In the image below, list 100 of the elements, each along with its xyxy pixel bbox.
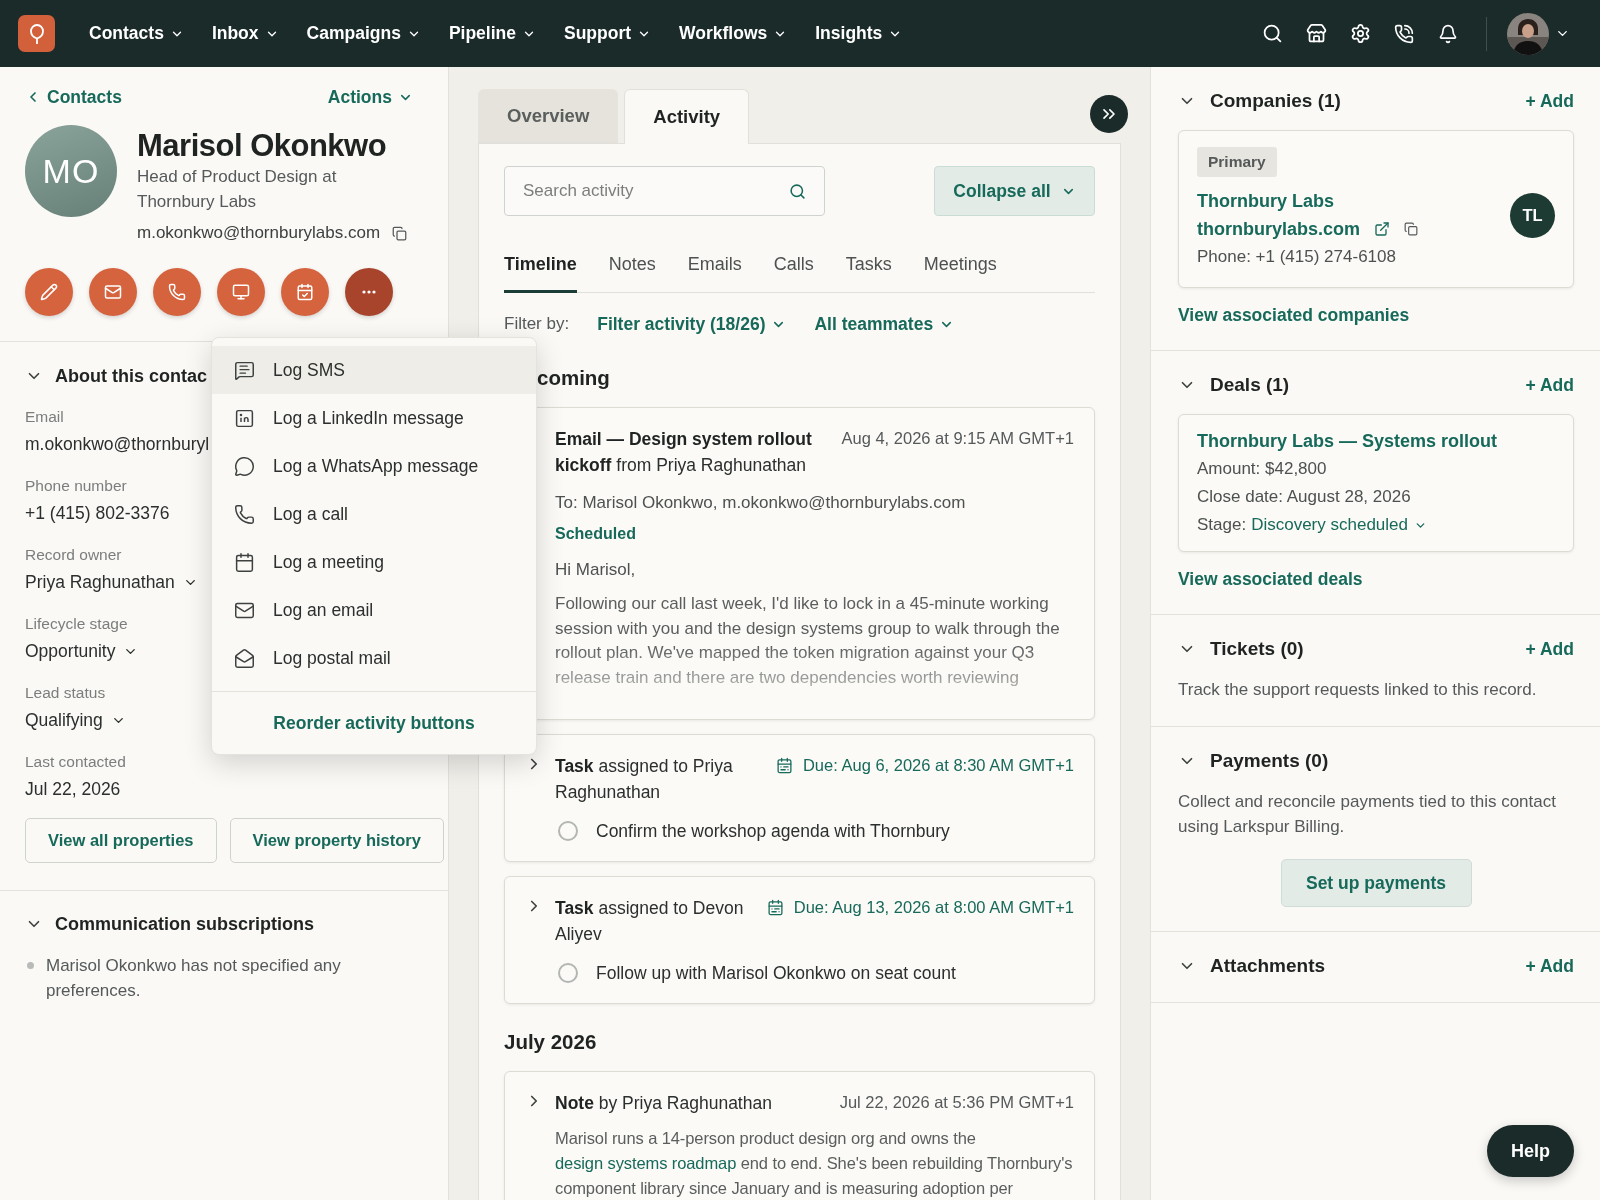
menu-item[interactable]: Log an email: [212, 586, 536, 634]
subscription-note: Marisol Okonkwo has not specified any preferences.: [46, 955, 342, 1002]
menu-item[interactable]: Log postal mail: [212, 634, 536, 682]
section-heading: Attachments: [1210, 955, 1326, 977]
stage-dropdown[interactable]: Discovery scheduled: [1251, 515, 1427, 535]
property-label: Lifecycle stage: [25, 614, 128, 634]
pencil-icon: [40, 283, 58, 301]
task-checkbox[interactable]: [558, 963, 578, 984]
property-value: +1 (415) 802-3376: [25, 502, 170, 525]
activity-action-button[interactable]: [345, 268, 393, 316]
section-heading: Tickets (0): [1210, 638, 1304, 660]
add-link[interactable]: + Add: [1525, 90, 1574, 112]
category-tab[interactable]: Timeline: [504, 246, 577, 293]
record-tab[interactable]: Overview: [478, 89, 619, 143]
menu-item[interactable]: Log a WhatsApp message: [212, 442, 536, 490]
email-recipients: To: Marisol Okonkwo, m.okonkwo@thornburylabs.com: [555, 492, 967, 514]
status-label: Scheduled: [555, 524, 637, 544]
property-button[interactable]: View property history: [229, 818, 444, 863]
section-heading: Companies (1): [1210, 90, 1341, 112]
copy-icon[interactable]: [392, 225, 408, 241]
filter-dropdown[interactable]: All teammates: [814, 313, 955, 335]
menu-item[interactable]: Log SMS: [212, 346, 536, 394]
add-link[interactable]: + Add: [1525, 374, 1574, 396]
chat-bubble-icon: [234, 455, 255, 477]
setup-button[interactable]: Set up payments: [1280, 859, 1472, 907]
add-link[interactable]: + Add: [1525, 638, 1574, 660]
activity-action-button[interactable]: [217, 268, 265, 316]
property-label: Email: [25, 407, 64, 427]
category-tab[interactable]: Calls: [773, 246, 814, 293]
bell-icon: [1438, 23, 1458, 44]
menu-item[interactable]: Log a call: [212, 490, 536, 538]
search-input[interactable]: Search activity: [523, 167, 781, 215]
menu-item[interactable]: Log a LinkedIn message: [212, 394, 536, 442]
task-checkbox[interactable]: [558, 821, 578, 842]
filter-dropdown[interactable]: Filter activity (18/26): [597, 313, 787, 335]
note-link[interactable]: design systems roadmap: [555, 1153, 737, 1172]
nav-menu[interactable]: Campaigns: [294, 17, 433, 50]
property-dropdown[interactable]: Qualifying: [25, 707, 126, 733]
property-label: Lead status: [25, 683, 106, 703]
note-body: Marisol runs a 14-person product design org and owns the design systems roadmap end to end. She's been rebuilding Thornbury's component library since January and is measuring adoption per: [555, 1128, 1074, 1199]
property-dropdown[interactable]: Opportunity: [25, 638, 139, 664]
domain-link[interactable]: thornburylabs.com: [1197, 215, 1361, 243]
nav-menu[interactable]: Insights: [803, 17, 915, 50]
category-tab[interactable]: Notes: [608, 246, 656, 293]
record-tab[interactable]: Activity: [624, 89, 750, 144]
search-icon: [789, 182, 806, 200]
view-associated-link[interactable]: View associated deals: [1178, 569, 1363, 590]
section-description: Track the support requests linked to this record.: [1178, 679, 1538, 701]
activity-action-button[interactable]: [89, 268, 137, 316]
property-dropdown[interactable]: Priya Raghunathan: [25, 569, 198, 595]
menu-item[interactable]: Log a meeting: [212, 538, 536, 586]
category-tab[interactable]: Meetings: [923, 246, 997, 293]
due-date: Due: Aug 6, 2026 at 8:30 AM GMT+1: [775, 753, 1074, 778]
phone-icon: [234, 503, 255, 525]
copy-icon[interactable]: [1404, 222, 1419, 236]
nav-menu[interactable]: Inbox: [199, 17, 291, 50]
expand-button[interactable]: [1090, 95, 1128, 133]
property-value: Jul 22, 2026: [25, 778, 121, 801]
activity-action-button[interactable]: [281, 268, 329, 316]
linkedin-icon: [234, 407, 255, 429]
back-link[interactable]: Contacts: [25, 86, 122, 108]
stage-label: Stage:: [1197, 514, 1247, 536]
entry-date: Jul 22, 2026 at 5:36 PM GMT+1: [839, 1092, 1074, 1114]
activity-action-button[interactable]: [25, 268, 73, 316]
deal-link[interactable]: Thornbury Labs — Systems rollout: [1197, 427, 1498, 455]
collapse-button[interactable]: Collapse all: [934, 166, 1095, 216]
nav-menu[interactable]: Pipeline: [436, 17, 548, 50]
company-link[interactable]: Thornbury Labs: [1197, 187, 1334, 215]
property-button[interactable]: View all properties: [25, 818, 217, 863]
category-tab[interactable]: Tasks: [845, 246, 892, 293]
add-link[interactable]: + Add: [1525, 955, 1574, 977]
entry-title: Task assigned to Priya Raghunathan: [555, 755, 734, 805]
calendar-icon: [775, 756, 793, 774]
search-icon: [1261, 23, 1283, 44]
bullet-icon: [27, 962, 34, 969]
activity-action-button[interactable]: [153, 268, 201, 316]
section-description: Collect and reconcile payments tied to this contact using Larkspur Billing.: [1178, 791, 1557, 838]
company-avatar: TL: [1510, 193, 1555, 238]
account-menu[interactable]: [1507, 12, 1570, 55]
mail-icon: [104, 283, 122, 301]
nav-menu[interactable]: Contacts: [77, 17, 196, 50]
calendar-icon: [296, 283, 314, 301]
category-tab[interactable]: Emails: [687, 246, 742, 293]
nav-menu[interactable]: Workflows: [667, 17, 800, 50]
calendar-icon: [766, 898, 784, 916]
settings-icon: [1349, 23, 1371, 44]
deal-detail: Close date: August 28, 2026: [1197, 486, 1412, 508]
property-value: m.okonkwo@thornburyl: [25, 433, 210, 456]
contact-email: m.okonkwo@thornburylabs.com: [137, 222, 381, 244]
search-field[interactable]: Search activity: [504, 166, 825, 216]
reorder-link[interactable]: Reorder activity buttons: [273, 712, 475, 734]
nav-menu[interactable]: Support: [552, 17, 664, 50]
external-link-icon[interactable]: [1374, 221, 1391, 237]
email-greeting: Hi Marisol,: [555, 559, 637, 581]
property-label: Record owner: [25, 545, 122, 565]
view-associated-link[interactable]: View associated companies: [1178, 305, 1410, 326]
due-date: Due: Aug 13, 2026 at 8:00 AM GMT+1: [766, 895, 1074, 920]
entry-title: Note by Priya Raghunathan: [555, 1092, 772, 1116]
actions-menu[interactable]: Actions: [327, 86, 413, 108]
app-logo[interactable]: [18, 15, 55, 52]
